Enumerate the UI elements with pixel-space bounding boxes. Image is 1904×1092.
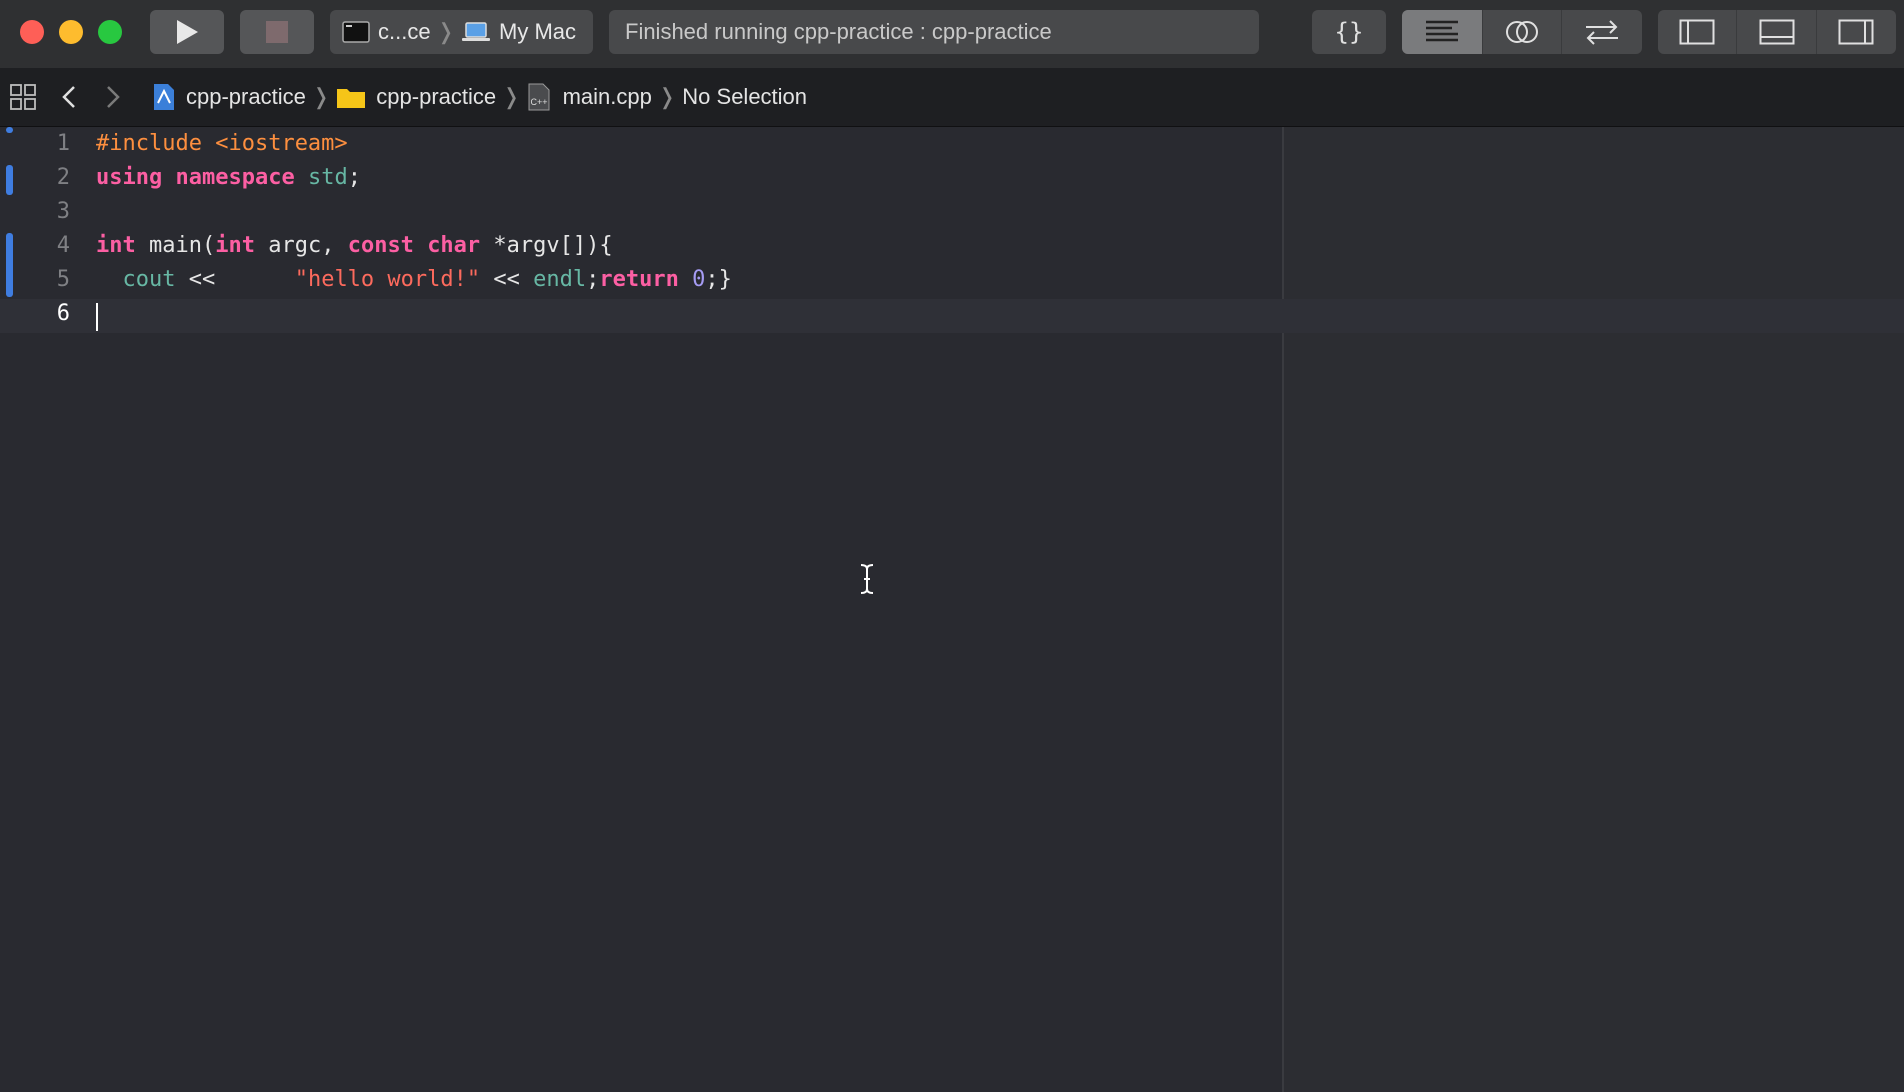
token-identifier: cout [122, 267, 176, 292]
zoom-window-button[interactable] [98, 20, 122, 44]
line-number: 5 [56, 267, 70, 292]
project-file-icon [154, 84, 174, 110]
line-number: 4 [56, 233, 70, 258]
scheme-device-label: My Mac [499, 19, 577, 44]
breadcrumb-symbol-label: No Selection [682, 84, 808, 109]
run-button[interactable] [150, 10, 224, 54]
breadcrumb-separator: ❭ [502, 84, 521, 109]
related-items-grid-icon[interactable] [9, 83, 37, 111]
code-text: int main(int argc, const char *argv[]){ [96, 229, 613, 263]
toolbar: c...ce ❭ My Mac Finished running cpp-pra… [0, 0, 1904, 68]
token-identifier: std [307, 165, 348, 190]
token-keyword: int [215, 233, 255, 258]
breadcrumb-file-label: main.cpp [562, 84, 652, 109]
cpp-file-icon: C++ [528, 83, 550, 111]
token-punct: ; [586, 267, 600, 292]
code-line: 2 using namespace std; [0, 161, 1282, 195]
navigator-toggle-button[interactable] [1658, 10, 1736, 54]
stop-button[interactable] [240, 10, 314, 54]
code-review-button[interactable]: {} [1312, 10, 1386, 54]
breadcrumb-group[interactable]: cpp-practice [336, 84, 496, 110]
minimize-window-button[interactable] [59, 20, 83, 44]
folder-icon [337, 89, 366, 108]
standard-editor-icon [1426, 20, 1458, 42]
token-operator: << [480, 267, 534, 292]
token-include-path: <iostream> [215, 131, 348, 156]
code-text: using namespace std; [96, 161, 361, 195]
token-keyword: char [427, 233, 481, 258]
line-number: 3 [56, 199, 70, 224]
source-editor[interactable]: 1 #include <iostream> 2 using namespace … [0, 127, 1904, 1092]
activity-status: Finished running cpp-practice : cpp-prac… [609, 10, 1259, 54]
close-window-button[interactable] [20, 20, 44, 44]
editor-mode-segmented-control [1402, 10, 1642, 54]
token-punct: ;} [705, 267, 732, 292]
view-toggles-segmented-control [1658, 10, 1896, 54]
breadcrumb-group-label: cpp-practice [376, 84, 497, 109]
activity-status-text: Finished running cpp-practice : cpp-prac… [625, 19, 1052, 44]
inspector-toggle-icon [1838, 19, 1874, 45]
code-line: 6 [0, 297, 1282, 331]
line-number: 1 [56, 131, 70, 156]
code-review-cell[interactable]: {} [1312, 10, 1386, 54]
debug-area-toggle-button[interactable] [1736, 10, 1815, 54]
editor-right-region [1282, 127, 1904, 1092]
line-number: 2 [56, 165, 70, 190]
scheme-selector[interactable]: c...ce ❭ My Mac [330, 10, 593, 54]
token-number: 0 [692, 267, 706, 292]
jump-bar: cpp-practice ❭ cpp-practice ❭ C++ main.c… [0, 68, 1904, 127]
token-keyword: return [599, 267, 679, 292]
version-editor-button[interactable] [1561, 10, 1642, 54]
laptop-icon [462, 22, 491, 41]
back-chevron-icon[interactable] [59, 83, 79, 111]
svg-text:C++: C++ [530, 97, 547, 107]
navigator-toggle-icon [1679, 19, 1715, 45]
text-caret [96, 303, 98, 331]
token-keyword: const [347, 233, 414, 258]
debug-area-toggle-icon [1759, 19, 1795, 45]
assistant-editor-button[interactable] [1482, 10, 1561, 54]
terminal-app-icon [342, 21, 370, 43]
braces-icon: {} [1336, 18, 1362, 46]
token-preprocessor: #include [96, 131, 202, 156]
breadcrumb-project[interactable]: cpp-practice [152, 83, 306, 111]
token-plain: *argv[]){ [480, 233, 613, 258]
line-number-current: 6 [56, 301, 70, 326]
inspector-toggle-button[interactable] [1815, 10, 1896, 54]
svg-text:{}: {} [1336, 18, 1362, 46]
breadcrumb-project-label: cpp-practice [186, 84, 306, 109]
token-plain: argc, [254, 233, 348, 258]
token-plain: main( [135, 233, 216, 258]
breadcrumb-separator: ❭ [311, 84, 331, 109]
token-punct: ; [347, 165, 361, 190]
standard-editor-button[interactable] [1402, 10, 1482, 54]
token-identifier: endl [533, 267, 587, 292]
code-line: 4 int main(int argc, const char *argv[])… [0, 229, 1282, 263]
version-editor-icon [1586, 20, 1618, 45]
breadcrumb-symbol[interactable]: No Selection [682, 84, 807, 110]
chevron-right-icon: ❭ [436, 19, 456, 44]
code-line: 3 [0, 195, 1282, 229]
token-keyword: namespace [175, 165, 295, 190]
ibeam-cursor-icon [860, 564, 874, 594]
code-text: #include <iostream> [96, 127, 348, 161]
forward-chevron-icon[interactable] [103, 83, 123, 111]
code-line: 5 cout << "hello world!" << endl;return … [0, 263, 1282, 297]
breadcrumb-separator: ❭ [657, 84, 677, 109]
code-text: cout << "hello world!" << endl;return 0;… [96, 263, 732, 297]
token-string: "hello world!" [294, 267, 481, 292]
code-line: 1 #include <iostream> [0, 127, 1282, 161]
scheme-target-label: c...ce [378, 19, 431, 44]
token-keyword: using [96, 165, 163, 190]
play-icon [177, 20, 198, 44]
breadcrumb-file[interactable]: C++ main.cpp [527, 83, 652, 111]
token-operator: << [175, 267, 295, 292]
stop-icon [266, 21, 288, 43]
assistant-editor-icon [1506, 21, 1538, 43]
token-keyword: int [96, 233, 136, 258]
